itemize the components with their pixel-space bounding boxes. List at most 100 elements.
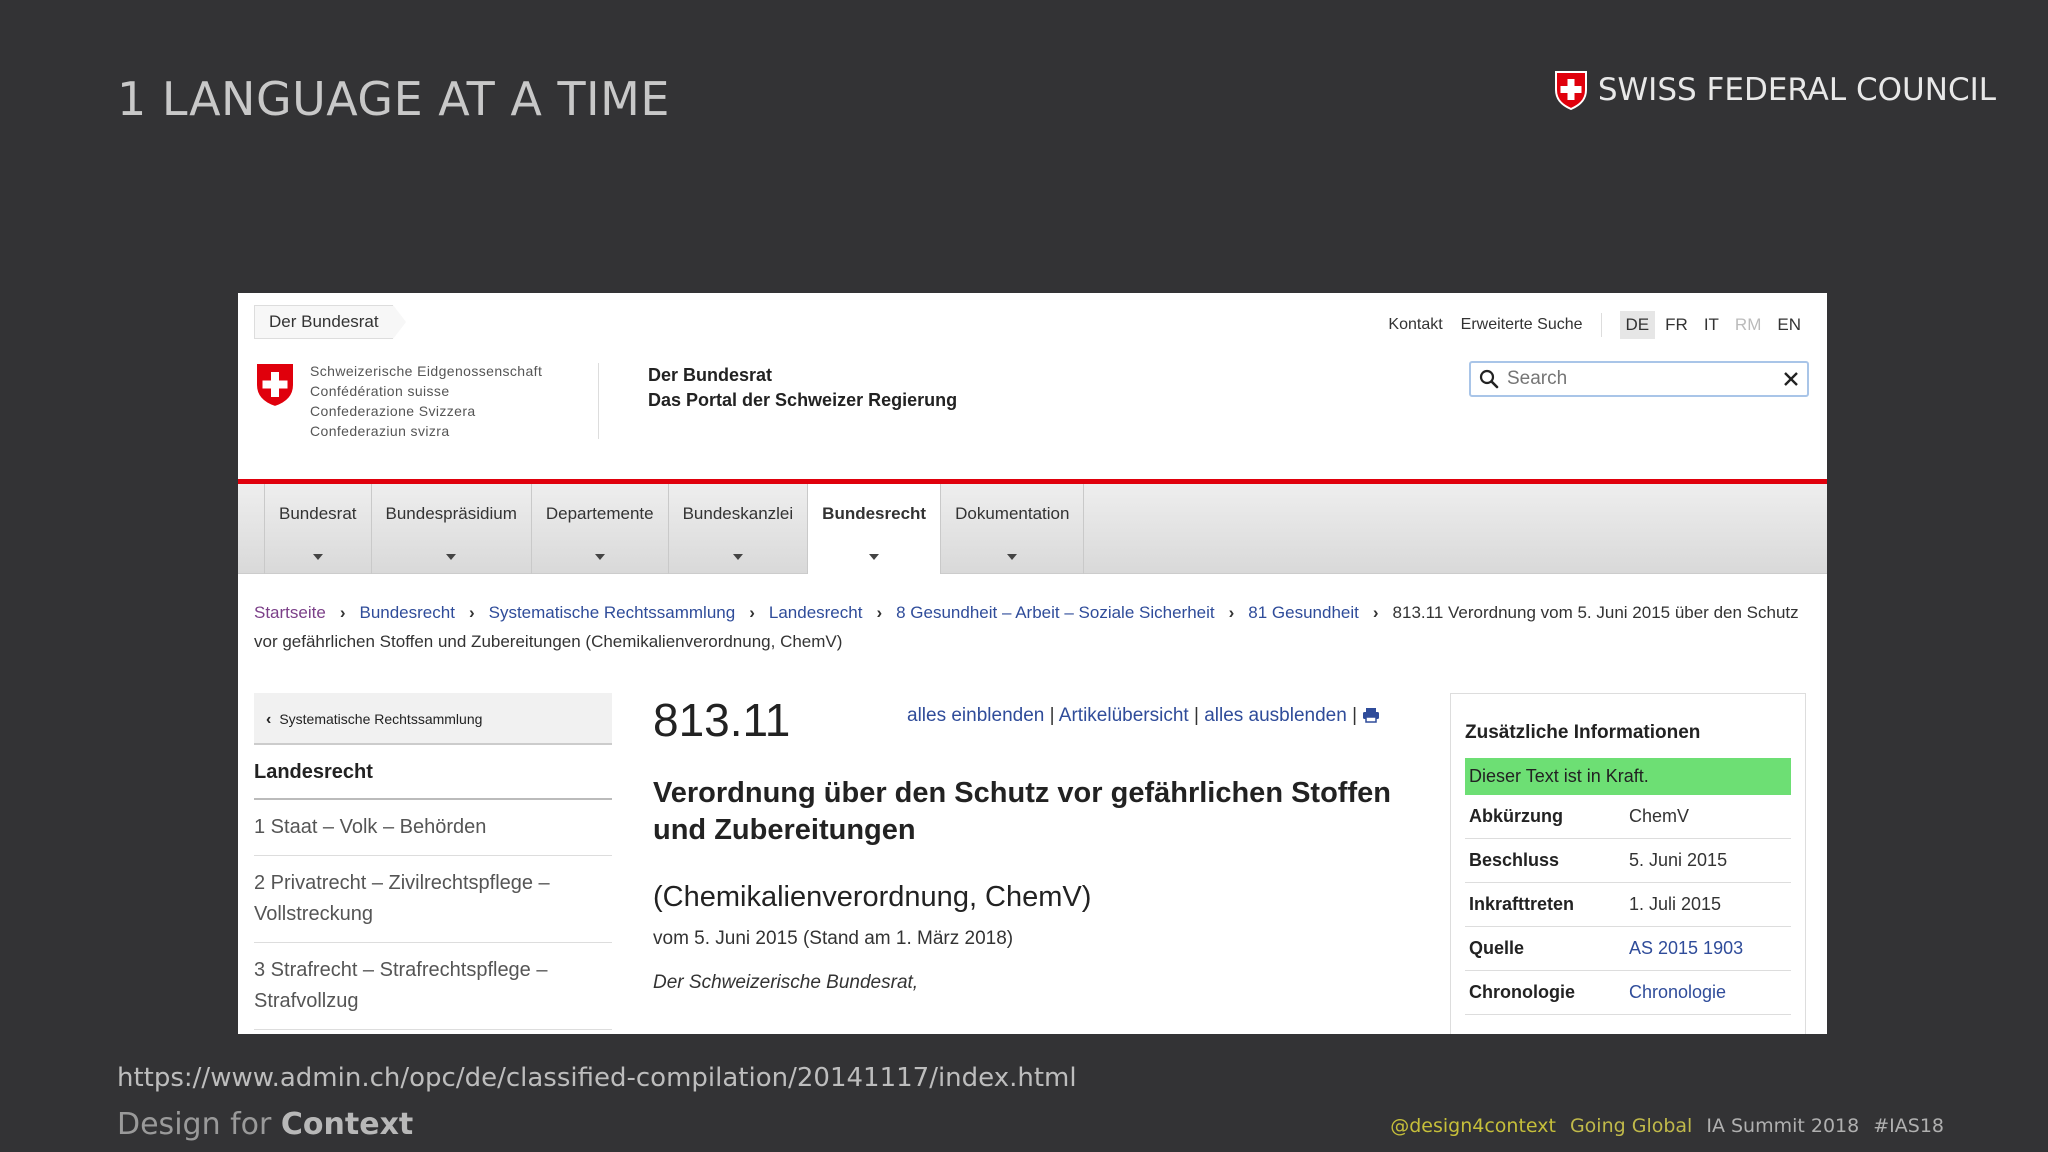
nav-label: Dokumentation	[955, 504, 1070, 523]
event-name: IA Summit 2018	[1706, 1115, 1860, 1137]
close-icon[interactable]	[1783, 371, 1799, 387]
status-badge: Dieser Text ist in Kraft.	[1465, 758, 1791, 795]
kontakt-link[interactable]: Kontakt	[1388, 316, 1442, 334]
breadcrumb-link[interactable]: Startseite	[254, 603, 326, 622]
lang-it[interactable]: IT	[1698, 311, 1725, 339]
info-key: Quelle	[1469, 938, 1525, 958]
site-header: Der Bundesrat Schweizerische Eidgenossen…	[238, 293, 1827, 483]
meta-divider	[1600, 313, 1602, 337]
info-row: Abkürzung ChemV	[1465, 795, 1791, 839]
search-input[interactable]	[1507, 368, 1775, 390]
swiss-shield-icon	[255, 362, 295, 409]
slide-title: 1 LANGUAGE AT A TIME	[117, 72, 670, 126]
nav-dokumentation[interactable]: Dokumentation	[940, 484, 1085, 574]
logo-line-it: Confederazione Svizzera	[310, 403, 476, 419]
law-subtitle: (Chemikalienverordnung, ChemV)	[653, 881, 1092, 913]
info-key: Chronologie	[1469, 982, 1575, 1002]
chevron-down-icon	[446, 554, 457, 560]
breadcrumb: Startseite › Bundesrecht › Systematische Rec…	[254, 598, 1814, 656]
leftnav-item[interactable]: 1 Staat – Volk – Behörden	[254, 800, 612, 856]
breadcrumb-link[interactable]: Landesrecht	[769, 603, 863, 622]
nav-label: Departemente	[545, 504, 654, 523]
meta-navigation: Kontakt Erweiterte Suche DE FR IT RM EN	[1388, 311, 1807, 339]
portal-title[interactable]: Der Bundesrat Das Portal der Schweizer R…	[648, 363, 957, 413]
law-preamble: Der Schweizerische Bundesrat,	[653, 972, 919, 993]
print-icon[interactable]	[1362, 707, 1380, 723]
left-navigation: ‹ Systematische Rechtssammlung Landesrech…	[254, 693, 612, 1030]
swiss-shield-icon	[1554, 71, 1587, 110]
advanced-search-link[interactable]: Erweiterte Suche	[1461, 316, 1583, 334]
lang-fr[interactable]: FR	[1659, 311, 1694, 339]
confederation-logo[interactable]: Schweizerische Eidgenossenschaft Confédé…	[254, 361, 542, 441]
nav-label: Bundeskanzlei	[682, 504, 794, 523]
source-url: https://www.admin.ch/opc/de/classified-c…	[117, 1063, 1077, 1093]
language-switcher: DE FR IT RM EN	[1619, 311, 1807, 339]
main-content: 813.11 alles einblenden | Artikelübersic…	[653, 693, 1423, 994]
chevron-down-icon	[869, 554, 880, 560]
brand-name: SWISS FEDERAL COUNCIL	[1597, 72, 1996, 108]
nav-bundesrecht[interactable]: Bundesrecht	[807, 484, 941, 574]
sidebox-title: Zusätzliche Informationen	[1465, 722, 1701, 743]
breadcrumb-link[interactable]: Systematische Rechtssammlung	[489, 603, 736, 622]
search-icon[interactable]	[1479, 369, 1499, 389]
article-overview-link[interactable]: Artikelübersicht	[1059, 705, 1189, 726]
lang-en[interactable]: EN	[1771, 311, 1807, 339]
nav-label: Bundesrecht	[822, 504, 927, 523]
chevron-left-icon: ‹	[266, 711, 272, 728]
nav-label: Bundespräsidium	[385, 504, 517, 523]
back-link[interactable]: ‹ Systematische Rechtssammlung	[254, 693, 612, 745]
chronology-link[interactable]: Chronologie	[1629, 982, 1726, 1003]
chevron-right-icon: ›	[1372, 603, 1379, 622]
confederation-names: Schweizerische Eidgenossenschaft Confédé…	[310, 361, 542, 441]
law-title: Verordnung über den Schutz vor gefährlic…	[653, 777, 1391, 846]
chevron-right-icon: ›	[468, 603, 475, 622]
chevron-right-icon: ›	[749, 603, 755, 622]
header-divider	[598, 363, 599, 439]
leftnav-heading: Landesrecht	[254, 745, 612, 800]
twitter-handle: @design4context	[1390, 1115, 1556, 1137]
tab-der-bundesrat[interactable]: Der Bundesrat	[254, 305, 406, 339]
hide-all-link[interactable]: alles ausblenden	[1204, 705, 1347, 726]
logo-line-de: Schweizerische Eidgenossenschaft	[310, 363, 543, 379]
info-row: Beschluss 5. Juni 2015	[1465, 839, 1791, 883]
nav-bundespraesidium[interactable]: Bundespräsidium	[370, 484, 531, 574]
breadcrumb-link[interactable]: Bundesrecht	[359, 603, 454, 622]
breadcrumb-link[interactable]: 81 Gesundheit	[1248, 603, 1359, 622]
nav-label: Bundesrat	[279, 504, 357, 523]
info-key: Inkrafttreten	[1469, 894, 1575, 914]
nav-departemente[interactable]: Departemente	[530, 484, 668, 574]
leftnav-item[interactable]: 2 Privatrecht – Zivilrechtspflege – Voll…	[254, 856, 612, 943]
article-toolbar: alles einblenden | Artikelübersicht | al…	[907, 705, 1380, 727]
main-navigation: Bundesrat Bundespräsidium Departemente B…	[238, 484, 1827, 574]
brand: SWISS FEDERAL COUNCIL	[1554, 70, 1996, 110]
portal-name: Der Bundesrat	[648, 365, 773, 385]
footer-tags: @design4context Going Global IA Summit 2…	[1390, 1115, 1944, 1137]
logo-prefix: Design for	[117, 1107, 281, 1142]
show-all-link[interactable]: alles einblenden	[907, 705, 1044, 726]
search-field	[1469, 361, 1809, 397]
talk-title: Going Global	[1569, 1115, 1693, 1137]
chevron-down-icon	[1007, 554, 1018, 560]
back-label: Systematische Rechtssammlung	[279, 711, 483, 727]
info-row: Quelle AS 2015 1903	[1465, 927, 1791, 971]
website-screenshot: Der Bundesrat Schweizerische Eidgenossen…	[238, 293, 1827, 1034]
source-link[interactable]: AS 2015 1903	[1629, 938, 1743, 959]
law-date: vom 5. Juni 2015 (Stand am 1. März 2018)	[653, 928, 1014, 949]
nav-bundesrat[interactable]: Bundesrat	[264, 484, 371, 574]
lang-de[interactable]: DE	[1619, 311, 1656, 339]
chevron-down-icon	[594, 554, 605, 560]
chevron-down-icon	[732, 554, 743, 560]
info-value: 1. Juli 2015	[1629, 894, 1722, 914]
portal-subtitle: Das Portal der Schweizer Regierung	[648, 390, 958, 410]
additional-info-box: Zusätzliche Informationen Dieser Text is…	[1450, 693, 1806, 1034]
chevron-down-icon	[312, 554, 323, 560]
nav-bundeskanzlei[interactable]: Bundeskanzlei	[667, 484, 808, 574]
logo-line-fr: Confédération suisse	[310, 383, 450, 399]
info-value: ChemV	[1629, 806, 1690, 826]
chevron-right-icon: ›	[339, 603, 346, 622]
chevron-right-icon: ›	[1228, 603, 1235, 622]
leftnav-item[interactable]: 3 Strafrecht – Strafrechtspflege – Straf…	[254, 943, 612, 1030]
lang-rm: RM	[1734, 315, 1762, 334]
info-key: Abkürzung	[1469, 806, 1563, 826]
breadcrumb-link[interactable]: 8 Gesundheit – Arbeit – Soziale Sicherhe…	[896, 603, 1214, 622]
